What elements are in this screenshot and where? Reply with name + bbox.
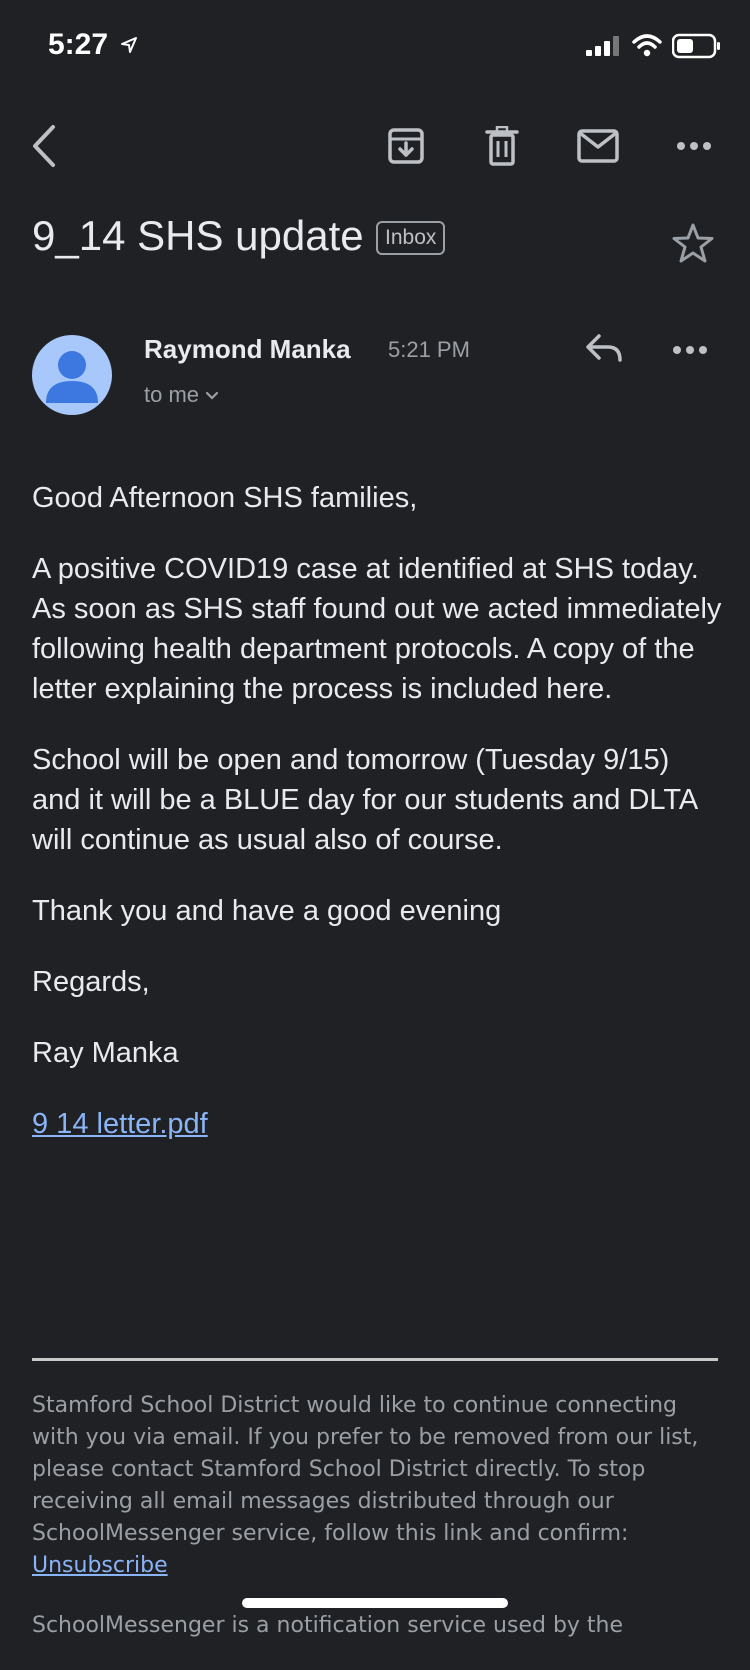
cellular-signal-icon (586, 36, 619, 56)
more-options-button[interactable] (668, 120, 720, 172)
home-indicator[interactable] (242, 1598, 508, 1608)
sender-name[interactable]: Raymond Manka (144, 334, 351, 365)
unsubscribe-link[interactable]: Unsubscribe (32, 1553, 168, 1578)
reply-button[interactable] (584, 330, 634, 380)
divider (32, 1358, 718, 1361)
archive-button[interactable] (380, 120, 432, 172)
person-icon (46, 351, 98, 403)
attachment-link[interactable]: 9 14 letter.pdf (32, 1108, 208, 1140)
footer-text: Stamford School District would like to c… (32, 1393, 699, 1546)
email-footer: Stamford School District would like to c… (32, 1390, 722, 1670)
mail-icon (577, 129, 619, 163)
star-button[interactable] (672, 222, 722, 272)
sent-time: 5:21 PM (388, 337, 470, 362)
status-bar: 5:27 (0, 0, 750, 90)
mark-unread-button[interactable] (572, 120, 624, 172)
body-signature: Ray Manka (32, 1037, 179, 1069)
body-paragraph: A positive COVID19 case at identified at… (32, 553, 722, 705)
archive-icon (388, 128, 424, 164)
back-arrow-icon (33, 125, 55, 167)
trash-icon (485, 126, 519, 166)
footer-text-2: SchoolMessenger is a notification servic… (32, 1613, 624, 1638)
body-closing: Regards, (32, 966, 150, 998)
message-body: Good Afternoon SHS families, A positive … (32, 478, 722, 1175)
more-horizontal-icon (673, 346, 707, 354)
email-subject: 9_14 SHS update (32, 212, 364, 259)
more-horizontal-icon (677, 142, 711, 150)
reply-icon (586, 334, 622, 362)
wifi-icon (632, 34, 662, 57)
chevron-down-icon (205, 392, 219, 400)
back-button[interactable] (18, 120, 70, 172)
battery-icon (672, 33, 720, 59)
recipient-details-toggle[interactable]: to me (144, 382, 219, 408)
email-toolbar (0, 110, 750, 180)
body-paragraph: School will be open and tomorrow (Tuesda… (32, 744, 697, 856)
location-arrow-icon (121, 37, 137, 53)
delete-button[interactable] (476, 120, 528, 172)
inbox-label-chip[interactable]: Inbox (376, 221, 446, 255)
star-icon (672, 223, 714, 263)
recipient-label: to me (144, 382, 200, 407)
avatar[interactable] (32, 335, 112, 415)
status-time: 5:27 (48, 28, 109, 61)
sender-row: Raymond Manka 5:21 PM to me (32, 330, 722, 420)
subject-row: 9_14 SHS update Inbox (32, 212, 722, 282)
body-paragraph: Thank you and have a good evening (32, 895, 502, 927)
message-more-button[interactable] (672, 330, 722, 380)
body-greeting: Good Afternoon SHS families, (32, 482, 418, 514)
